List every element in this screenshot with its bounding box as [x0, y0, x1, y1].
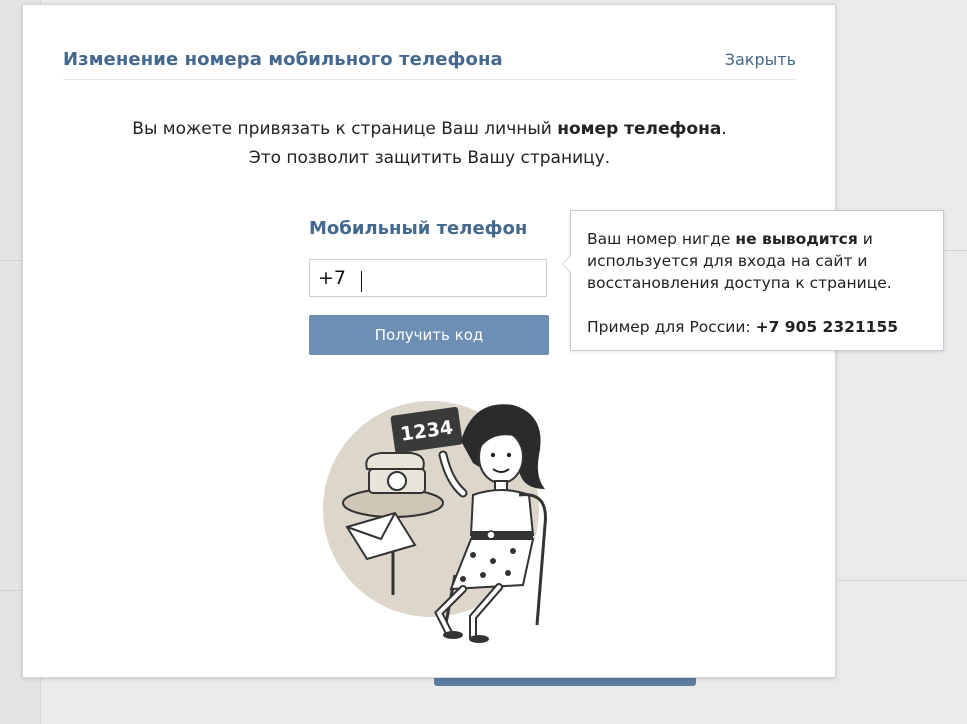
dialog-title: Изменение номера мобильного телефона	[63, 49, 503, 70]
tooltip-note-text: Ваш номер нигде	[587, 230, 736, 248]
phone-privacy-tooltip: Ваш номер нигде не выводится и используе…	[562, 210, 944, 351]
tooltip-note-bold: не выводится	[735, 230, 858, 248]
dialog-header: Изменение номера мобильного телефона Зак…	[63, 49, 796, 80]
tooltip-example-number: +7 905 2321155	[755, 318, 899, 336]
intro-line-1: Вы можете привязать к странице Ваш личны…	[63, 115, 796, 144]
intro-text: Вы можете привязать к странице Ваш личны…	[63, 115, 796, 173]
woman-with-phone-illustration-icon: 1234	[323, 401, 547, 643]
text-caret	[361, 271, 362, 292]
intro-line-1-bold: номер телефона	[557, 119, 722, 139]
background-divider	[0, 590, 22, 591]
intro-line-1-end: .	[721, 119, 727, 139]
phone-field-label: Мобильный телефон	[309, 218, 528, 239]
intro-line-1-text: Вы можете привязать к странице Ваш личны…	[132, 119, 558, 139]
close-link[interactable]: Закрыть	[725, 50, 796, 69]
tooltip-example-label: Пример для России:	[587, 318, 756, 336]
background-divider	[838, 580, 967, 581]
intro-line-2: Это позволит защитить Вашу страницу.	[248, 148, 611, 168]
phone-input[interactable]	[309, 259, 547, 297]
tooltip-arrow-fill	[563, 256, 571, 272]
background-divider	[0, 260, 22, 261]
get-code-button[interactable]: Получить код	[309, 315, 549, 355]
tooltip-example: Пример для России: +7 905 2321155	[587, 316, 927, 338]
tooltip-note: Ваш номер нигде не выводится и используе…	[587, 228, 927, 294]
